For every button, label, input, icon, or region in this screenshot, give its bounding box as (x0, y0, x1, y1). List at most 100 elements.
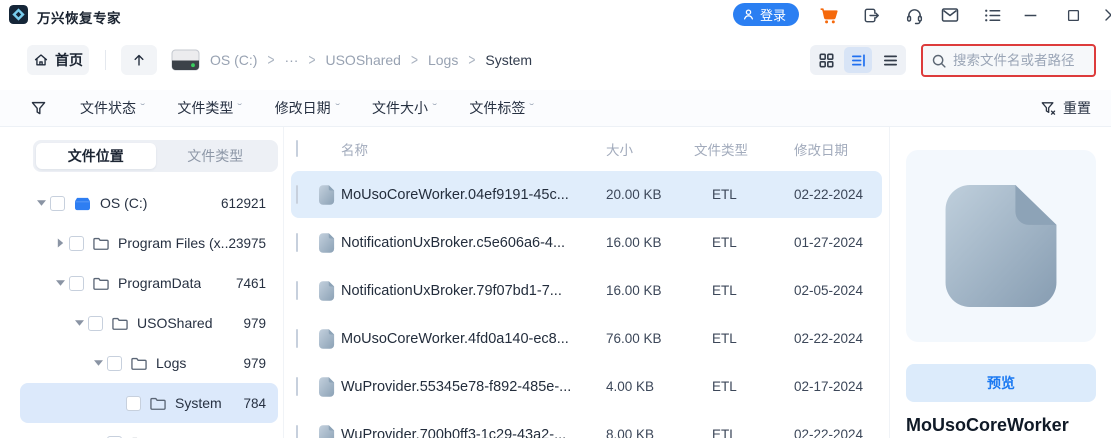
tree-checkbox[interactable] (107, 355, 122, 371)
menu-list-icon[interactable] (981, 4, 1003, 26)
file-size: 16.00 KB (606, 283, 662, 298)
file-date: 02-22-2024 (794, 187, 864, 202)
nav-divider (105, 50, 106, 70)
preview-button[interactable]: 预览 (906, 364, 1096, 402)
mail-icon[interactable] (939, 4, 961, 26)
column-header-type[interactable]: 文件类型 (674, 139, 764, 159)
sidebar-tab[interactable]: 文件位置 (36, 143, 156, 169)
breadcrumb-item[interactable]: ··· (284, 52, 298, 68)
breadcrumb-separator-icon: > (468, 50, 476, 70)
breadcrumb-separator-icon: > (267, 50, 275, 70)
column-header-size[interactable]: 大小 (574, 139, 674, 159)
search-icon (931, 53, 947, 69)
row-checkbox[interactable] (296, 232, 298, 252)
folder-icon (92, 236, 110, 251)
filter-label: 文件标签 (469, 100, 526, 116)
close-button[interactable] (1100, 4, 1111, 26)
tree-item[interactable]: System 784 (20, 383, 278, 423)
row-checkbox[interactable] (296, 328, 298, 348)
filter-label: 修改日期 (274, 100, 331, 116)
tree-item[interactable]: Program Files (x... 23975 (20, 223, 278, 263)
caret-right-icon[interactable] (51, 238, 69, 248)
breadcrumb: OS (C:) > ··· > USOShared > Logs > System (210, 45, 532, 75)
tree-checkbox[interactable] (88, 315, 103, 331)
tree-item[interactable]: OS (C:) 612921 (20, 183, 278, 223)
search-input[interactable] (953, 53, 1086, 68)
filter-funnel-icon[interactable] (30, 100, 47, 117)
list-detail-view-button[interactable] (844, 47, 872, 73)
filter-dropdown[interactable]: 修改日期 ˇ (274, 98, 340, 118)
caret-down-icon[interactable] (51, 280, 69, 286)
folder-icon (130, 356, 148, 371)
list-view-button[interactable] (876, 47, 904, 73)
table-row[interactable]: WuProvider.700b0ff3-1c29-43a2-... 8.00 K… (291, 411, 882, 438)
tree-item[interactable]: Logs 979 (20, 343, 278, 383)
caret-down-icon[interactable] (89, 360, 107, 366)
table-row[interactable]: MoUsoCoreWorker.4fd0a140-ec8... 76.00 KB… (291, 315, 882, 362)
row-checkbox[interactable] (296, 280, 298, 300)
file-date: 01-27-2024 (794, 235, 864, 250)
login-button[interactable]: 登录 (733, 3, 800, 26)
breadcrumb-item[interactable]: Logs (428, 52, 458, 68)
tree-label: System (175, 395, 222, 411)
table-row[interactable]: NotificationUxBroker.c5e606a6-4... 16.00… (291, 219, 882, 266)
tree-item[interactable]: USOShared 979 (20, 303, 278, 343)
file-type: ETL (712, 235, 737, 250)
caret-down-icon[interactable] (70, 320, 88, 326)
table-row[interactable]: NotificationUxBroker.79f07bd1-7... 16.00… (291, 267, 882, 314)
tree-item[interactable]: ProgramData 7461 (20, 263, 278, 303)
table-row[interactable]: MoUsoCoreWorker.04ef9191-45c... 20.00 KB… (291, 171, 882, 218)
sidebar-tab[interactable]: 文件类型 (156, 143, 276, 169)
grid-view-button[interactable] (812, 47, 840, 73)
tree-checkbox[interactable] (50, 195, 65, 211)
navigate-up-button[interactable] (121, 45, 157, 75)
chevron-down-icon: ˇ (140, 102, 146, 114)
row-checkbox[interactable] (296, 424, 298, 438)
tree-checkbox[interactable] (69, 275, 84, 291)
filter-dropdown[interactable]: 文件类型 ˇ (177, 98, 243, 118)
folder-icon (92, 276, 110, 291)
tree-label: ProgramData (118, 275, 202, 291)
breadcrumb-item[interactable]: OS (C:) (210, 52, 257, 68)
sidebar: 文件位置 文件类型 OS (C:) 612921 Program Files (… (20, 127, 283, 438)
row-checkbox[interactable] (296, 184, 298, 204)
app-logo-icon (9, 5, 28, 24)
file-size: 8.00 KB (606, 427, 655, 438)
export-icon[interactable] (860, 4, 882, 26)
home-button[interactable]: 首页 (27, 45, 89, 75)
breadcrumb-item[interactable]: USOShared (325, 52, 400, 68)
chevron-down-icon: ˇ (237, 102, 243, 114)
maximize-button[interactable] (1062, 4, 1084, 26)
column-header-date[interactable]: 修改日期 (764, 139, 882, 159)
filter-dropdown[interactable]: 文件状态 ˇ (80, 98, 146, 118)
filter-list: 文件状态 ˇ 文件类型 ˇ 修改日期 ˇ 文件大小 ˇ 文件标签 ˇ (47, 98, 534, 118)
file-name: NotificationUxBroker.c5e606a6-4... (341, 234, 566, 251)
caret-down-icon[interactable] (32, 200, 50, 206)
support-headset-icon[interactable] (903, 4, 925, 26)
breadcrumb-item[interactable]: System (485, 52, 532, 68)
file-name: NotificationUxBroker.79f07bd1-7... (341, 282, 562, 299)
tree-checkbox[interactable] (126, 395, 141, 411)
login-label: 登录 (760, 8, 787, 23)
filter-dropdown[interactable]: 文件大小 ˇ (372, 98, 437, 118)
tree-item[interactable] (20, 423, 278, 438)
tree-checkbox[interactable] (69, 235, 84, 251)
minimize-button[interactable] (1019, 4, 1041, 26)
sidebar-tree: OS (C:) 612921 Program Files (x... 23975… (20, 183, 283, 438)
search-box[interactable] (921, 44, 1096, 77)
file-icon (319, 232, 335, 253)
home-icon (33, 52, 49, 68)
breadcrumb-separator-icon: > (308, 50, 316, 70)
cart-icon[interactable] (817, 4, 839, 26)
tree-count: 7461 (235, 275, 266, 291)
file-icon (319, 184, 335, 205)
reset-filters-button[interactable]: 重置 (1040, 98, 1091, 118)
file-size: 16.00 KB (606, 235, 662, 250)
table-row[interactable]: WuProvider.55345e78-f892-485e-... 4.00 K… (291, 363, 882, 410)
filter-dropdown[interactable]: 文件标签 ˇ (469, 98, 534, 118)
select-all-checkbox[interactable] (296, 140, 298, 157)
tree-count: 979 (243, 315, 266, 331)
column-header-name[interactable]: 名称 (319, 139, 574, 159)
hard-drive-icon (170, 48, 201, 72)
row-checkbox[interactable] (296, 376, 298, 396)
